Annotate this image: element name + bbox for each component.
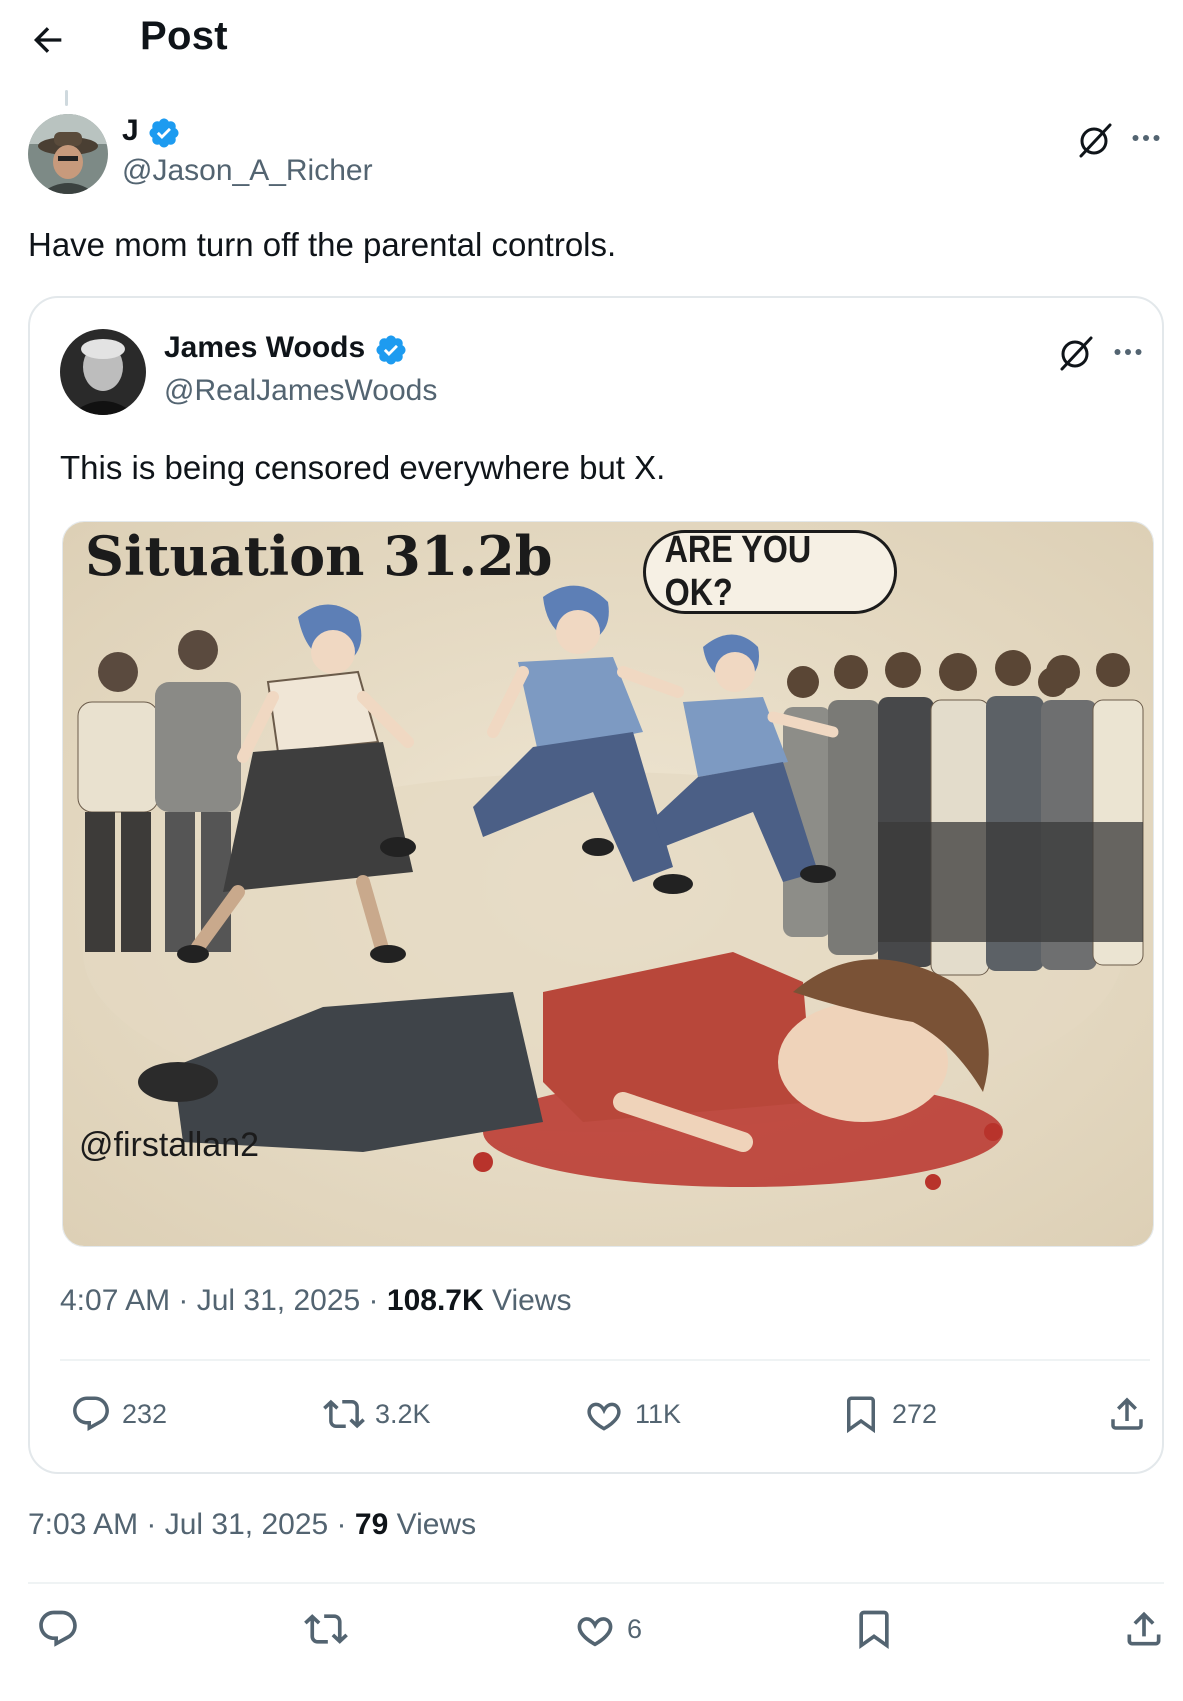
display-name[interactable]: J xyxy=(122,114,139,147)
divider xyxy=(28,1582,1164,1584)
repost-icon xyxy=(323,1399,365,1429)
quoted-display-name[interactable]: James Woods xyxy=(164,331,365,364)
bookmark-icon xyxy=(859,1610,889,1650)
reply-icon xyxy=(73,1396,109,1431)
quoted-views-count: 108.7K xyxy=(386,1284,484,1317)
quoted-name-row: James Woods xyxy=(164,331,408,367)
avatar[interactable] xyxy=(28,114,108,194)
reply-button[interactable] xyxy=(36,1607,90,1651)
more-horizontal-icon xyxy=(1132,135,1160,141)
image-title: Situation 31.2b xyxy=(85,524,553,588)
bookmark-button[interactable] xyxy=(852,1607,906,1651)
like-button[interactable]: 6 xyxy=(573,1607,642,1651)
quoted-repost-button[interactable]: 3.2K xyxy=(323,1393,431,1435)
share-button[interactable] xyxy=(1122,1607,1166,1651)
quoted-grok-button[interactable] xyxy=(1056,333,1096,378)
quoted-views-label: Views xyxy=(491,1284,572,1317)
repost-icon xyxy=(304,1614,348,1644)
more-button[interactable] xyxy=(1128,120,1164,161)
bookmark-icon xyxy=(847,1396,875,1434)
share-icon xyxy=(1127,1611,1161,1646)
verified-badge-icon xyxy=(376,335,406,365)
quoted-bookmark-count: 272 xyxy=(892,1398,938,1429)
quoted-post-text: This is being censored everywhere but X. xyxy=(60,449,666,486)
quoted-more-button[interactable] xyxy=(1110,334,1146,375)
quoted-repost-count: 3.2K xyxy=(375,1398,431,1429)
post-views-label: Views xyxy=(396,1508,477,1541)
quoted-like-button[interactable]: 11K xyxy=(583,1393,681,1435)
grok-button[interactable] xyxy=(1075,120,1115,165)
quoted-avatar[interactable] xyxy=(60,329,146,415)
author-handle[interactable]: @Jason_A_Richer xyxy=(122,154,373,188)
more-horizontal-icon xyxy=(1114,349,1142,355)
author-name-row: J xyxy=(122,114,181,150)
quoted-date[interactable]: Jul 31, 2025 xyxy=(197,1284,360,1317)
grok-icon xyxy=(1060,336,1093,371)
image-credit: @firstallan2 xyxy=(79,1126,260,1164)
reply-icon xyxy=(39,1610,77,1647)
avatar-image xyxy=(28,114,108,194)
quoted-meta: 4:07 AM · Jul 31, 2025 · 108.7K Views xyxy=(60,1284,572,1317)
divider xyxy=(60,1359,1150,1361)
quoted-bookmark-button[interactable]: 272 xyxy=(840,1393,937,1435)
post-date[interactable]: Jul 31, 2025 xyxy=(165,1508,328,1541)
arrow-left-icon xyxy=(33,27,62,53)
heart-icon xyxy=(587,1402,621,1431)
post-meta: 7:03 AM · Jul 31, 2025 · 79 Views xyxy=(28,1508,477,1541)
grok-icon xyxy=(1079,123,1112,158)
speech-bubble: ARE YOU OK? xyxy=(643,529,897,614)
quoted-reply-count: 232 xyxy=(122,1398,168,1429)
quoted-handle[interactable]: @RealJamesWoods xyxy=(164,374,437,408)
page-title: Post xyxy=(140,14,228,58)
repost-button[interactable] xyxy=(304,1607,358,1651)
post-time[interactable]: 7:03 AM xyxy=(28,1508,138,1541)
like-count: 6 xyxy=(627,1613,643,1644)
quoted-time[interactable]: 4:07 AM xyxy=(60,1284,170,1317)
quoted-share-button[interactable] xyxy=(1106,1393,1148,1435)
quoted-like-count: 11K xyxy=(635,1398,682,1429)
share-icon xyxy=(1111,1397,1143,1430)
speech-text: ARE YOU OK? xyxy=(664,529,812,614)
back-button[interactable] xyxy=(28,20,68,60)
thread-line xyxy=(65,90,68,106)
verified-badge-icon xyxy=(149,118,179,148)
quoted-reply-button[interactable]: 232 xyxy=(70,1393,167,1435)
quoted-avatar-image xyxy=(60,329,146,415)
heart-icon xyxy=(577,1617,613,1647)
post-views-count: 79 xyxy=(354,1508,389,1541)
post-image[interactable]: Situation 31.2b ARE YOU OK? @firstallan2 xyxy=(62,521,1154,1247)
post-text: Have mom turn off the parental controls. xyxy=(28,226,617,263)
